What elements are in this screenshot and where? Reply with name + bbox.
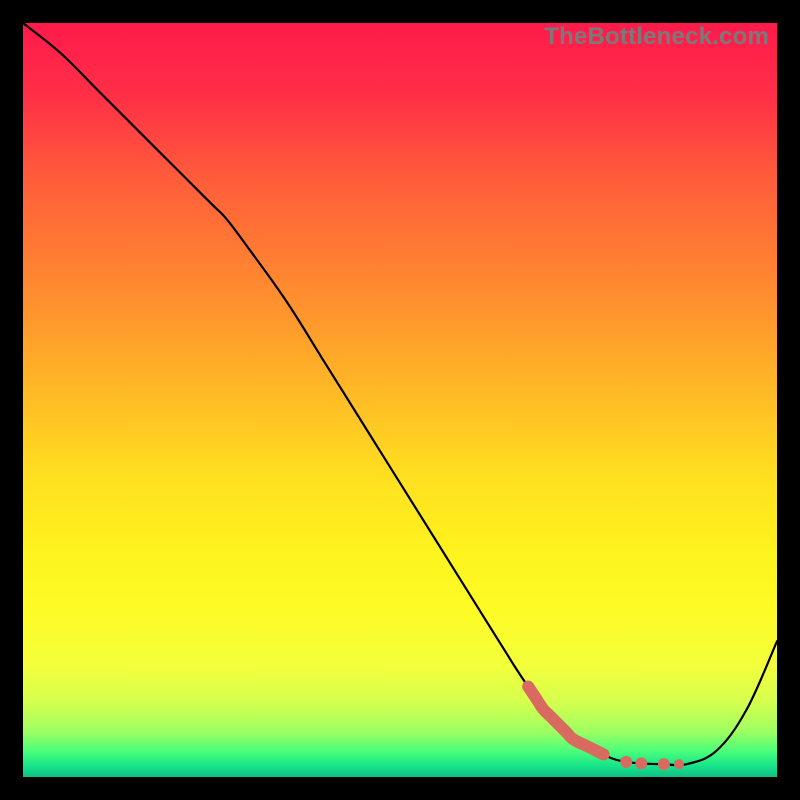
chart-canvas (23, 23, 777, 777)
highlight-dot (674, 759, 684, 769)
chart-frame: TheBottleneck.com (0, 0, 800, 800)
highlight-dot (635, 757, 647, 769)
highlight-dot (620, 756, 632, 768)
plot-area: TheBottleneck.com (23, 23, 777, 777)
watermark-text: TheBottleneck.com (544, 23, 769, 51)
gradient-background (23, 23, 777, 777)
highlight-dot (658, 758, 670, 770)
